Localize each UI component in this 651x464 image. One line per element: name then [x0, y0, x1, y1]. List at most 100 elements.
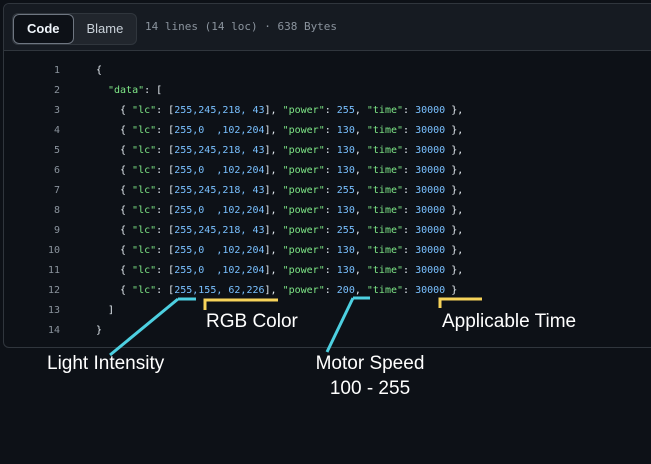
- line-number[interactable]: 9: [34, 221, 60, 241]
- code-token: "time": [366, 145, 404, 156]
- line-number[interactable]: 8: [34, 201, 60, 221]
- code-token: ,: [354, 125, 367, 136]
- code-token: ,: [354, 245, 367, 256]
- code-token: 30000: [415, 165, 446, 176]
- code-text: { "lc": [255,245,218, 43], "power": 255,…: [120, 221, 463, 241]
- code-token: "lc": [132, 105, 157, 116]
- code-token: :: [403, 265, 416, 276]
- line-number[interactable]: 3: [34, 101, 60, 121]
- line-number[interactable]: 14: [34, 321, 60, 341]
- light-intensity-label: Light Intensity: [47, 353, 165, 374]
- code-token: ]: [108, 305, 115, 316]
- code-token: {: [120, 105, 133, 116]
- code-token: :: [324, 105, 337, 116]
- code-token: :: [403, 165, 416, 176]
- code-token: },: [445, 105, 464, 116]
- code-token: 255,0 ,102,204: [174, 205, 265, 216]
- code-token: "power": [282, 185, 325, 196]
- line-number[interactable]: 11: [34, 261, 60, 281]
- motor-speed-label: Motor Speed: [315, 353, 425, 374]
- code-token: ],: [264, 225, 283, 236]
- code-token: {: [96, 65, 103, 76]
- code-token: : [: [144, 85, 163, 96]
- code-token: "power": [282, 125, 325, 136]
- code-token: {: [120, 225, 133, 236]
- line-number[interactable]: 1: [34, 61, 60, 81]
- code-token: "power": [282, 205, 325, 216]
- code-token: 130: [336, 205, 355, 216]
- line-number[interactable]: 12: [34, 281, 60, 301]
- code-text: { "lc": [255,0 ,102,204], "power": 130, …: [120, 201, 463, 221]
- code-token: ],: [264, 165, 283, 176]
- code-token: 255: [336, 105, 355, 116]
- screenshot-stage: Code Blame 14 lines (14 loc) · 638 Bytes…: [0, 0, 651, 464]
- line-number[interactable]: 4: [34, 121, 60, 141]
- code-token: 255,245,218, 43: [174, 185, 265, 196]
- tab-code[interactable]: Code: [13, 14, 74, 44]
- code-token: :: [403, 285, 416, 296]
- code-token: {: [120, 165, 133, 176]
- code-token: : [: [156, 245, 175, 256]
- line-number[interactable]: 6: [34, 161, 60, 181]
- line-number[interactable]: 13: [34, 301, 60, 321]
- code-token: :: [403, 185, 416, 196]
- tab-blame[interactable]: Blame: [74, 14, 137, 44]
- code-token: : [: [156, 265, 175, 276]
- code-token: "lc": [132, 125, 157, 136]
- line-number[interactable]: 7: [34, 181, 60, 201]
- code-token: {: [120, 245, 133, 256]
- code-token: {: [120, 205, 133, 216]
- code-token: :: [403, 205, 416, 216]
- code-token: :: [403, 105, 416, 116]
- code-token: ],: [264, 105, 283, 116]
- code-token: "time": [366, 165, 404, 176]
- code-text: ]: [108, 301, 114, 321]
- code-token: "power": [282, 225, 325, 236]
- code-text: }: [96, 321, 102, 341]
- code-token: 130: [336, 265, 355, 276]
- code-token: :: [403, 145, 416, 156]
- code-token: ],: [264, 185, 283, 196]
- code-token: : [: [156, 285, 175, 296]
- line-number[interactable]: 2: [34, 81, 60, 101]
- line-number[interactable]: 5: [34, 141, 60, 161]
- code-token: },: [445, 145, 464, 156]
- code-token: ],: [264, 125, 283, 136]
- code-token: "time": [366, 205, 404, 216]
- code-token: 255,245,218, 43: [174, 145, 265, 156]
- code-token: ,: [354, 145, 367, 156]
- code-token: 255,155, 62,226: [174, 285, 265, 296]
- code-token: 255,0 ,102,204: [174, 165, 265, 176]
- code-token: 255: [336, 185, 355, 196]
- code-token: },: [445, 205, 464, 216]
- code-token: 30000: [415, 145, 446, 156]
- code-token: "time": [366, 105, 404, 116]
- code-token: ],: [264, 285, 283, 296]
- code-token: 255,0 ,102,204: [174, 245, 265, 256]
- code-text: { "lc": [255,0 ,102,204], "power": 130, …: [120, 161, 463, 181]
- code-token: :: [403, 125, 416, 136]
- code-token: :: [324, 205, 337, 216]
- code-text: { "lc": [255,0 ,102,204], "power": 130, …: [120, 241, 463, 261]
- view-mode-toggle: Code Blame: [12, 13, 138, 45]
- code-token: ,: [354, 165, 367, 176]
- code-token: 30000: [415, 185, 446, 196]
- code-token: 30000: [415, 105, 446, 116]
- code-token: "time": [366, 225, 404, 236]
- code-token: "lc": [132, 165, 157, 176]
- rgb-color-label: RGB Color: [206, 311, 298, 332]
- code-token: }: [445, 285, 458, 296]
- code-token: "lc": [132, 245, 157, 256]
- code-token: },: [445, 165, 464, 176]
- code-token: },: [445, 225, 464, 236]
- line-number[interactable]: 10: [34, 241, 60, 261]
- code-token: },: [445, 245, 464, 256]
- code-token: {: [120, 265, 133, 276]
- code-token: 255: [336, 225, 355, 236]
- code-token: : [: [156, 165, 175, 176]
- code-token: 30000: [415, 245, 446, 256]
- code-token: 30000: [415, 265, 446, 276]
- code-token: :: [324, 125, 337, 136]
- code-token: ,: [354, 105, 367, 116]
- code-text: { "lc": [255,0 ,102,204], "power": 130, …: [120, 121, 463, 141]
